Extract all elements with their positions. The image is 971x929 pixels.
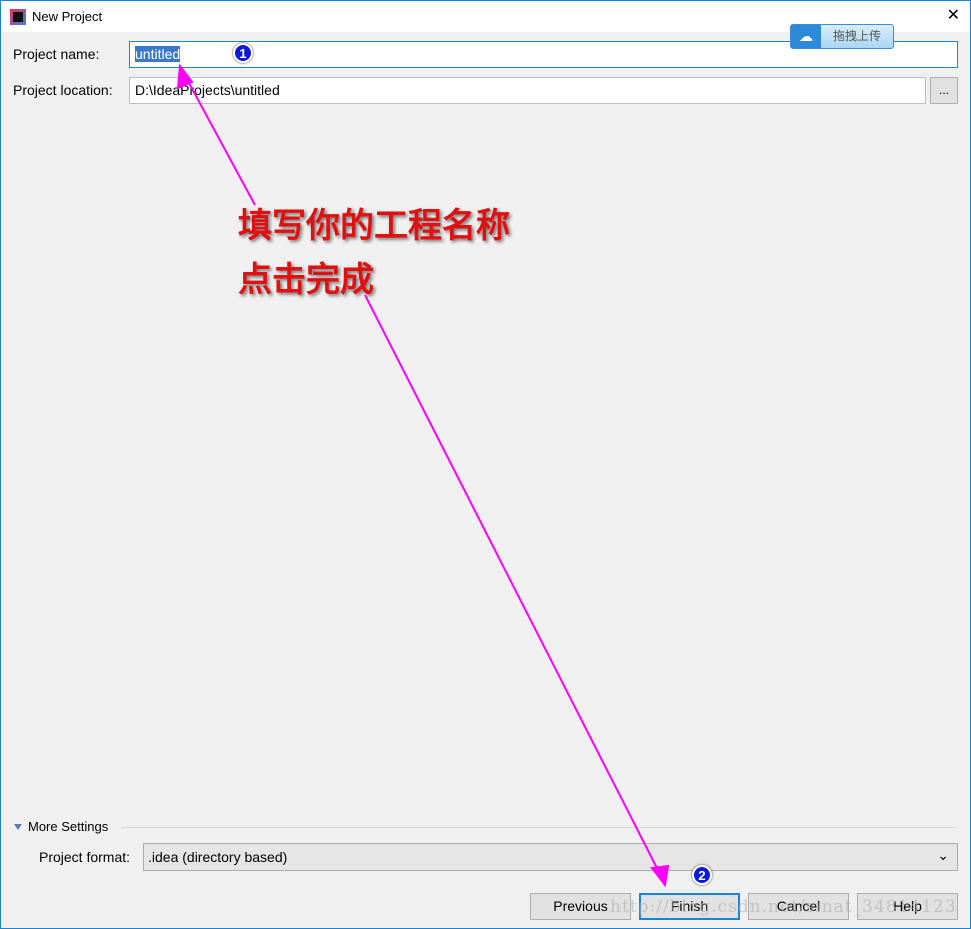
annotation-line-2: 点击完成 xyxy=(238,252,374,301)
arrowhead-2 xyxy=(652,866,668,885)
arrow-to-name xyxy=(183,72,255,205)
arrow-to-finish xyxy=(365,295,662,878)
annotation-arrows xyxy=(0,0,971,929)
step-badge-2: 2 xyxy=(692,865,712,885)
annotation-line-1: 填写你的工程名称 xyxy=(238,198,510,247)
step-badge-1: 1 xyxy=(233,43,253,63)
